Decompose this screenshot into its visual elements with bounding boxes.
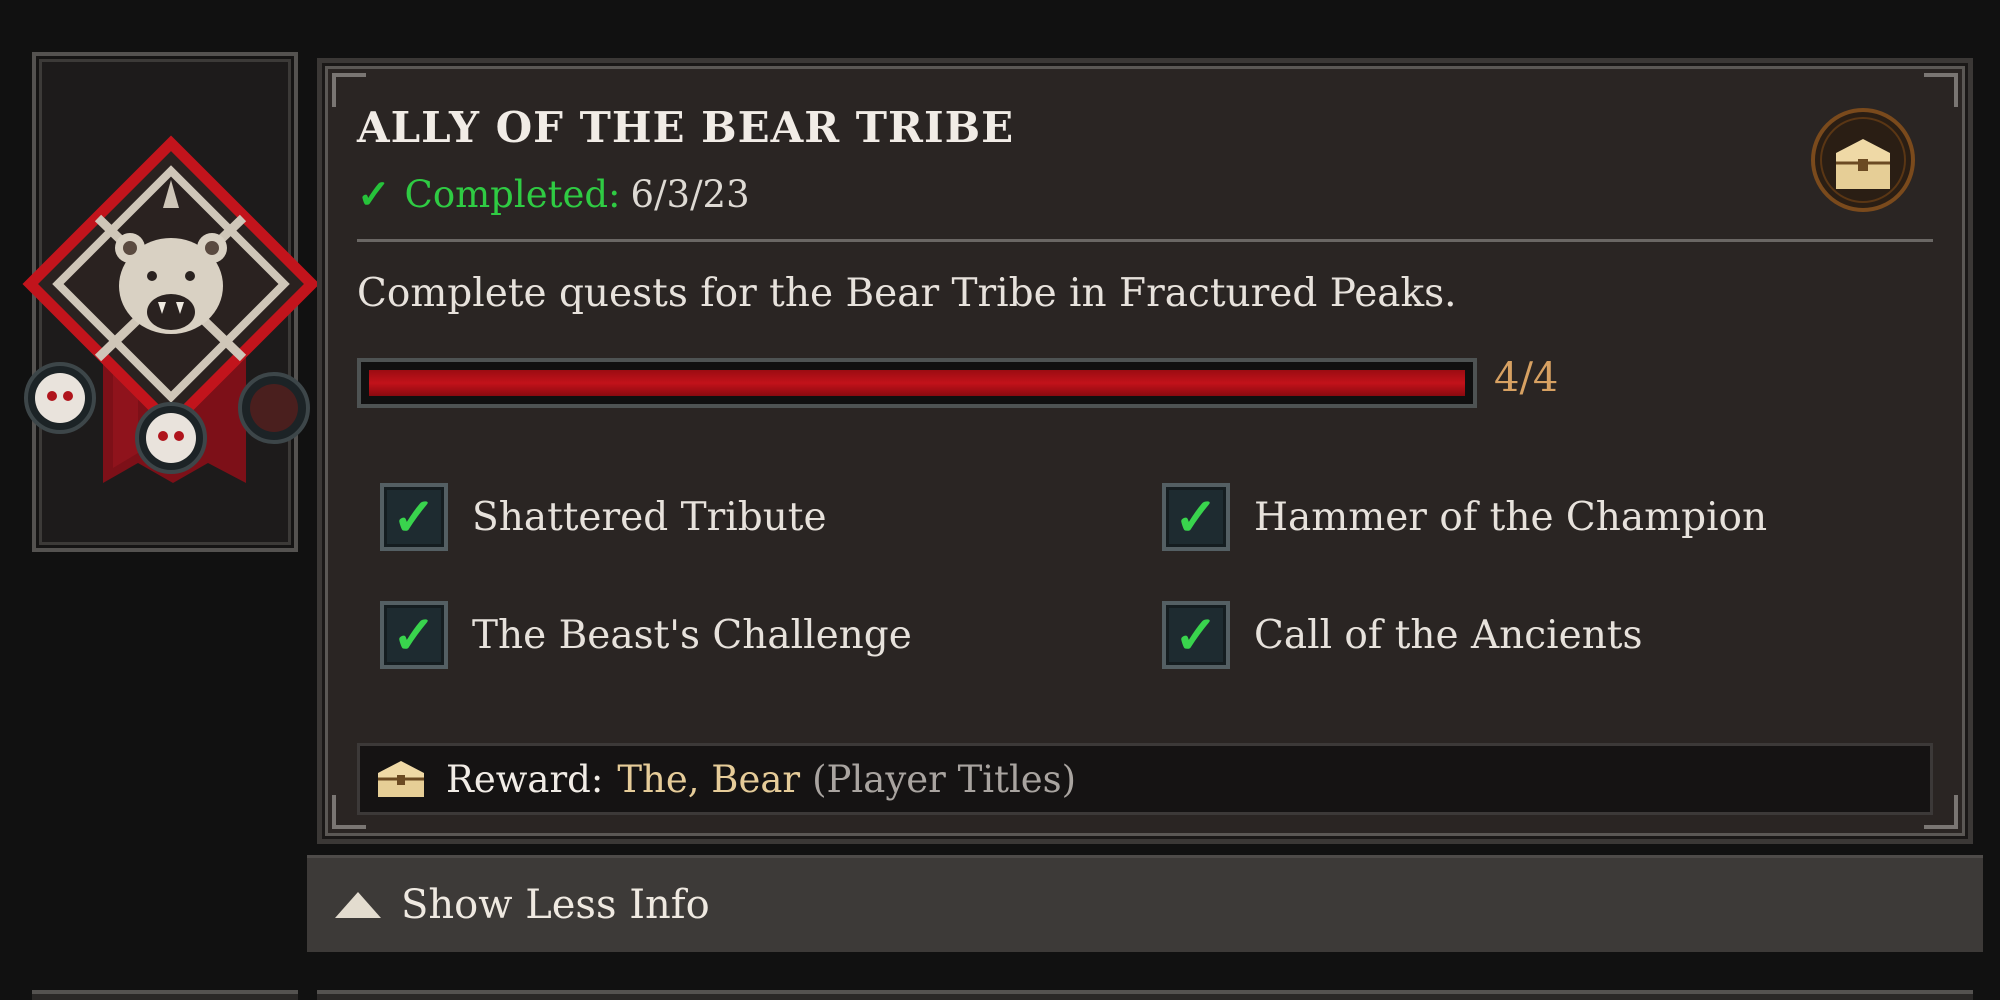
achievement-title: ALLY OF THE BEAR TRIBE <box>357 103 1015 152</box>
objective-checkbox: ✓ <box>380 483 448 551</box>
objective-checkbox: ✓ <box>380 601 448 669</box>
progress-bar <box>357 358 1477 408</box>
triangle-up-icon <box>335 892 381 918</box>
reward-type: (Player Titles) <box>812 757 1077 801</box>
section-divider <box>357 239 1933 242</box>
progress-bar-fill <box>369 370 1465 396</box>
objective-item: ✓ Shattered Tribute <box>380 483 827 551</box>
objective-item: ✓ Call of the Ancients <box>1162 601 1643 669</box>
objective-item: ✓ Hammer of the Champion <box>1162 483 1767 551</box>
objective-label: Call of the Ancients <box>1254 612 1643 658</box>
objective-label: Shattered Tribute <box>472 494 827 540</box>
achievement-screen: ALLY OF THE BEAR TRIBE ✓ Completed: 6/3/… <box>0 0 2000 1000</box>
next-achievement-panel[interactable] <box>317 990 1973 1000</box>
frame-corner <box>1924 73 1958 107</box>
chest-icon <box>1808 105 1918 215</box>
reward-label: Reward: <box>446 757 604 801</box>
completed-label: Completed: <box>404 173 621 216</box>
achievement-description: Complete quests for the Bear Tribe in Fr… <box>357 271 1457 316</box>
objective-item: ✓ The Beast's Challenge <box>380 601 912 669</box>
objective-checkbox: ✓ <box>1162 601 1230 669</box>
objective-label: The Beast's Challenge <box>472 612 912 658</box>
achievement-detail-panel: ALLY OF THE BEAR TRIBE ✓ Completed: 6/3/… <box>317 58 1973 844</box>
show-less-info-label: Show Less Info <box>401 882 710 928</box>
reward-value: The, Bear <box>617 757 801 801</box>
checkmark-icon: ✓ <box>357 171 391 218</box>
progress-count: 4/4 <box>1494 355 1559 401</box>
frame-corner <box>332 73 366 107</box>
completion-status: ✓ Completed: 6/3/23 <box>357 171 750 218</box>
next-achievement-badge-card <box>32 990 298 1000</box>
reward-chest-icon <box>378 761 424 797</box>
show-less-info-button[interactable]: Show Less Info <box>307 855 1983 952</box>
bear-tribe-badge-icon <box>22 135 320 483</box>
reward-row: Reward: The, Bear (Player Titles) <box>357 743 1933 815</box>
objective-label: Hammer of the Champion <box>1254 494 1768 540</box>
objective-checkbox: ✓ <box>1162 483 1230 551</box>
completed-date: 6/3/23 <box>630 173 750 216</box>
